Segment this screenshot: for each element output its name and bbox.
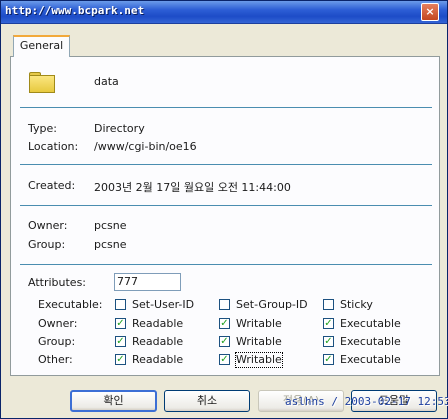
attributes-label: Attributes:	[28, 276, 87, 289]
checkbox-label: Sticky	[340, 298, 373, 311]
checkbox-label: Set-Group-ID	[236, 298, 308, 311]
checkbox-label: Writable	[236, 317, 282, 330]
watermark-overlay: aslhns / 2003-02-17 12:53:59	[285, 395, 448, 408]
executable-row-label: Executable:	[38, 298, 103, 311]
checkmark-icon[interactable]: ✓	[323, 336, 334, 347]
checkbox-label: Executable	[340, 335, 401, 348]
created-label: Created:	[28, 179, 76, 192]
checkmark-icon[interactable]: ✓	[323, 318, 334, 329]
checkbox-label: Executable	[340, 353, 401, 366]
checkmark-icon[interactable]: ✓	[115, 318, 126, 329]
close-button[interactable]: ×	[421, 3, 439, 21]
location-label: Location:	[28, 140, 79, 153]
checkbox-box[interactable]	[219, 299, 230, 310]
checkbox-label: Set-User-ID	[132, 298, 195, 311]
tab-general-label: General	[19, 39, 64, 52]
checkmark-icon[interactable]: ✓	[219, 336, 230, 347]
checkmark-icon[interactable]: ✓	[115, 354, 126, 365]
properties-dialog: http://www.bcpark.net × General data Typ…	[0, 0, 448, 419]
checkbox-box[interactable]	[115, 299, 126, 310]
checkbox-label: Readable	[132, 353, 184, 366]
location-value: /www/cgi-bin/oe16	[94, 140, 197, 153]
checkmark-icon[interactable]: ✓	[219, 318, 230, 329]
checkmark-icon[interactable]: ✓	[115, 336, 126, 347]
type-label: Type:	[28, 122, 57, 135]
owner-row-label: Owner:	[38, 317, 78, 330]
checkbox-label: Readable	[132, 317, 184, 330]
checkbox-label: Executable	[340, 317, 401, 330]
ok-button[interactable]: 확인	[70, 390, 157, 412]
checkbox-box[interactable]	[323, 299, 334, 310]
created-value: 2003년 2월 17일 월요일 오전 11:44:00	[94, 181, 291, 194]
owner-label: Owner:	[28, 219, 68, 232]
other-row-label: Other:	[38, 353, 73, 366]
file-name: data	[94, 75, 119, 88]
owner-value: pcsne	[94, 219, 127, 232]
tab-general[interactable]: General	[13, 35, 70, 57]
checkbox-label: Readable	[132, 335, 184, 348]
folder-icon	[29, 70, 55, 93]
group-label: Group:	[28, 238, 66, 251]
checkmark-icon[interactable]: ✓	[323, 354, 334, 365]
type-value: Directory	[94, 122, 145, 135]
checkmark-icon[interactable]: ✓	[219, 354, 230, 365]
close-icon: ×	[425, 5, 435, 18]
checkbox-label: Writable	[236, 335, 282, 348]
checkbox-label: Writable	[235, 352, 283, 368]
separator	[20, 107, 432, 108]
group-value: pcsne	[94, 238, 127, 251]
title-bar[interactable]: http://www.bcpark.net ×	[1, 1, 447, 24]
group-row-label: Group:	[38, 335, 76, 348]
window-title: http://www.bcpark.net	[2, 3, 149, 19]
separator	[20, 205, 432, 206]
separator	[20, 264, 432, 265]
cancel-button[interactable]: 취소	[164, 390, 250, 412]
attributes-input[interactable]: 777	[114, 273, 181, 291]
separator	[20, 164, 432, 165]
